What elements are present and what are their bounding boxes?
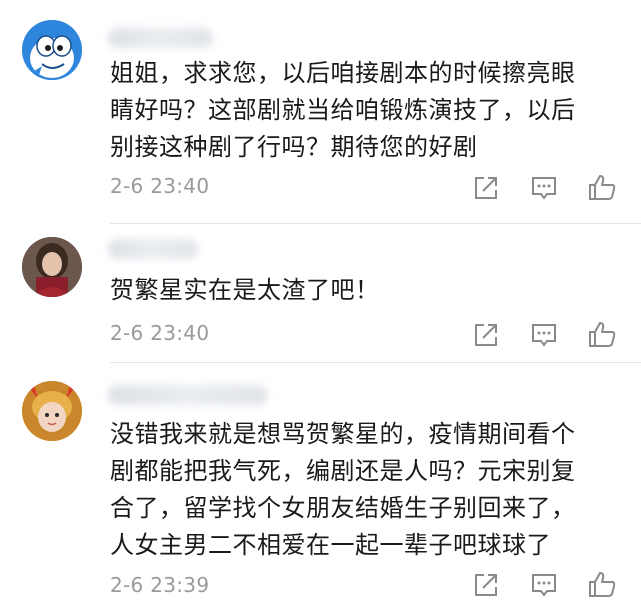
thumbs-up-icon [589, 572, 616, 597]
reply-button[interactable] [529, 173, 559, 203]
comment-item: 没错我来就是想骂贺繁星的，疫情期间看个 剧都能把我气死，编剧还是人吗？元宋别复 … [0, 363, 641, 597]
like-button[interactable] [587, 320, 617, 350]
reply-button[interactable] [529, 570, 559, 600]
comment-icon [532, 574, 556, 597]
child-photo-avatar-icon [22, 381, 82, 441]
comment-icon [532, 324, 556, 347]
avatar[interactable] [22, 381, 82, 441]
comment-actions [471, 570, 621, 600]
comment-time: 2-6 23:39 [110, 573, 210, 597]
share-button[interactable] [471, 570, 501, 600]
thumbs-up-icon [589, 175, 616, 200]
username-blurred[interactable] [108, 28, 213, 48]
avatar[interactable] [22, 20, 82, 80]
avatar[interactable] [22, 237, 82, 297]
reply-button[interactable] [529, 320, 559, 350]
username-blurred[interactable] [108, 385, 268, 405]
comment-text: 没错我来就是想骂贺繁星的，疫情期间看个 剧都能把我气死，编剧还是人吗？元宋别复 … [110, 420, 576, 559]
comment-time: 2-6 23:40 [110, 174, 210, 198]
like-button[interactable] [587, 173, 617, 203]
share-icon [475, 574, 497, 596]
comment-actions [471, 320, 621, 350]
user-photo-avatar-icon [22, 237, 82, 297]
comment-item: 姐姐，求求您，以后咱接剧本的时候擦亮眼 睛好吗？这部剧就当给咱锻炼演技了，以后 … [0, 0, 641, 225]
comment-text: 贺繁星实在是太渣了吧！ [110, 276, 380, 304]
divider [110, 223, 641, 224]
comment-time: 2-6 23:40 [110, 321, 210, 345]
username-blurred[interactable] [108, 239, 198, 259]
share-icon [475, 177, 497, 199]
comment-text: 姐姐，求求您，以后咱接剧本的时候擦亮眼 睛好吗？这部剧就当给咱锻炼演技了，以后 … [110, 59, 576, 161]
thumbs-up-icon [589, 322, 616, 347]
comment-item: 贺繁星实在是太渣了吧！ 2-6 23:40 [0, 225, 641, 363]
like-button[interactable] [587, 570, 617, 600]
cartoon-fish-avatar-icon [22, 20, 82, 80]
share-button[interactable] [471, 173, 501, 203]
comment-icon [532, 177, 556, 200]
comment-actions [471, 173, 621, 203]
share-button[interactable] [471, 320, 501, 350]
share-icon [475, 324, 497, 346]
